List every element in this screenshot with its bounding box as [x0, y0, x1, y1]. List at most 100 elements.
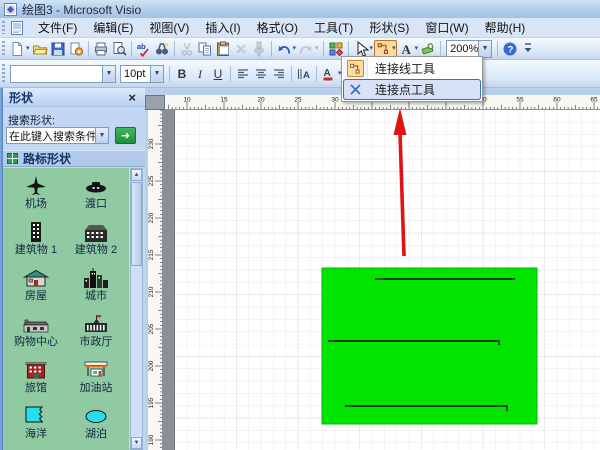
text-block-button[interactable]: A [295, 65, 313, 83]
stencil-shape-机场[interactable]: 机场 [6, 170, 66, 216]
menu-item-3[interactable]: 插入(I) [197, 17, 248, 38]
stencil-shape-湖泊[interactable]: 湖泊 [66, 400, 126, 446]
chevron-down-icon[interactable]: ▼ [150, 66, 163, 82]
chevron-down-icon[interactable]: ▾ [392, 45, 396, 52]
menu-item-connector-line[interactable]: 连接线工具 [343, 58, 481, 79]
font-color-button[interactable]: A▾ [320, 65, 343, 83]
save-button[interactable] [49, 40, 67, 58]
stencil-shape-渡口[interactable]: 渡口 [66, 170, 126, 216]
print-preview-button[interactable] [110, 40, 128, 58]
menu-item-4[interactable]: 格式(O) [249, 17, 306, 38]
menu-item-connection-point[interactable]: 连接点工具 [343, 79, 481, 100]
toolbar-separator [440, 41, 441, 57]
document-menu-icon[interactable] [10, 21, 24, 35]
chevron-down-icon[interactable]: ▾ [293, 45, 297, 52]
stencil-shape-label: 渡口 [85, 198, 107, 211]
menu-item-7[interactable]: 窗口(W) [417, 17, 476, 38]
cut-icon [179, 41, 195, 57]
search-input[interactable]: 在此键入搜索条件 ▼ [6, 127, 109, 144]
scroll-down-icon[interactable]: ▼ [131, 437, 142, 449]
print-button[interactable] [92, 40, 110, 58]
stencil-shape-房屋[interactable]: 房屋 [6, 262, 66, 308]
svg-text:225: 225 [148, 175, 155, 186]
menu-item-8[interactable]: 帮助(H) [477, 17, 534, 38]
stencil-shape-市政厅[interactable]: 市政厅 [66, 308, 126, 354]
new-document-button[interactable]: ▾ [8, 40, 31, 58]
search-shapes-label: 搜索形状: [8, 112, 55, 128]
connector-line-icon [343, 60, 367, 77]
toolbar-options-button[interactable] [519, 40, 537, 58]
shapes-window-button[interactable] [327, 40, 345, 58]
stencil-shape-建筑物 2[interactable]: 建筑物 2 [66, 216, 126, 262]
format-painter-button[interactable] [250, 40, 268, 58]
text-tool-button[interactable]: A▾ [397, 40, 420, 58]
toolbar-separator [348, 41, 349, 57]
scrollbar-thumb[interactable] [131, 182, 142, 266]
font-value-combobox[interactable]: ▼ [10, 65, 116, 83]
underline-button[interactable]: U [209, 65, 227, 83]
search-button[interactable] [153, 40, 171, 58]
toolbar-grip-handle[interactable] [2, 41, 5, 56]
menu-item-1[interactable]: 编辑(E) [85, 17, 141, 38]
spell-check-icon: ab [136, 41, 152, 57]
stencil-shape-城市[interactable]: 城市 [66, 262, 126, 308]
italic-button[interactable]: I [191, 65, 209, 83]
cut-button[interactable] [178, 40, 196, 58]
permission-button[interactable] [67, 40, 85, 58]
align-right-button[interactable] [270, 65, 288, 83]
stencil-shape-加油站[interactable]: 加油站 [66, 354, 126, 400]
close-icon[interactable]: × [125, 91, 139, 104]
paste-icon [215, 41, 231, 57]
menu-item-5[interactable]: 工具(T) [306, 17, 361, 38]
stencil-title-bar[interactable]: 路标形状 [3, 150, 145, 167]
svg-text:205: 205 [148, 323, 155, 334]
menu-item-0[interactable]: 文件(F) [30, 17, 85, 38]
redo-button[interactable]: ▾ [297, 40, 320, 58]
menu-item-6[interactable]: 形状(S) [361, 17, 417, 38]
search-go-button[interactable]: ➜ [115, 127, 136, 144]
svg-text:220: 220 [148, 212, 155, 223]
stencil-shape-购物中心[interactable]: 购物中心 [6, 308, 66, 354]
delete-button[interactable] [232, 40, 250, 58]
undo-button[interactable]: ▾ [275, 40, 298, 58]
copy-button[interactable] [196, 40, 214, 58]
titlebar[interactable]: 绘图3 - Microsoft Visio [0, 0, 600, 18]
stencil-shape-旅馆[interactable]: 旅馆 [6, 354, 66, 400]
align-center-button[interactable] [252, 65, 270, 83]
chevron-down-icon[interactable]: ▾ [26, 45, 30, 52]
chevron-down-icon[interactable]: ▾ [415, 45, 419, 52]
stencil-scrollbar[interactable]: ▲ ▼ [130, 168, 143, 450]
menubar: 文件(F)编辑(E)视图(V)插入(I)格式(O)工具(T)形状(S)窗口(W)… [0, 18, 600, 38]
help-button[interactable]: ? [501, 40, 519, 58]
pointer-tool-button[interactable]: ▾ [352, 40, 375, 58]
menubar-grip-handle[interactable] [2, 21, 5, 34]
redo-icon [298, 41, 314, 57]
drawing-tool-button[interactable] [419, 40, 437, 58]
align-left-icon [235, 66, 251, 82]
font-size-value: 10pt [121, 68, 150, 80]
chevron-down-icon[interactable]: ▾ [370, 45, 374, 52]
bold-button[interactable]: B [173, 65, 191, 83]
zoom-value-combobox[interactable]: 200%▼ [446, 40, 492, 58]
chevron-down-icon[interactable]: ▾ [315, 45, 319, 52]
stencil-shape-partial-shape[interactable] [66, 446, 126, 450]
chevron-down-icon[interactable]: ▼ [102, 66, 115, 82]
chevron-down-icon[interactable]: ▼ [478, 41, 491, 57]
stencil-shape-建筑物 1[interactable]: 建筑物 1 [6, 216, 66, 262]
scroll-up-icon[interactable]: ▲ [131, 169, 142, 181]
paste-button[interactable] [214, 40, 232, 58]
search-icon [154, 41, 170, 57]
menu-item-2[interactable]: 视图(V) [141, 17, 197, 38]
toolbar-grip-handle[interactable] [2, 64, 5, 83]
stencil-shape-海洋[interactable]: 海洋 [6, 400, 66, 446]
font-size-combobox[interactable]: 10pt▼ [120, 65, 164, 83]
align-left-button[interactable] [234, 65, 252, 83]
stencil-shape-label: 购物中心 [14, 336, 58, 349]
text-block-icon: A [296, 66, 312, 82]
chevron-down-icon[interactable]: ▼ [95, 128, 108, 143]
svg-text:25: 25 [294, 97, 302, 104]
spell-check-button[interactable]: ab [135, 40, 153, 58]
green-rectangle-shape[interactable] [322, 268, 537, 424]
open-folder-button[interactable] [31, 40, 49, 58]
connector-tool-button[interactable]: ▾ [374, 40, 397, 58]
